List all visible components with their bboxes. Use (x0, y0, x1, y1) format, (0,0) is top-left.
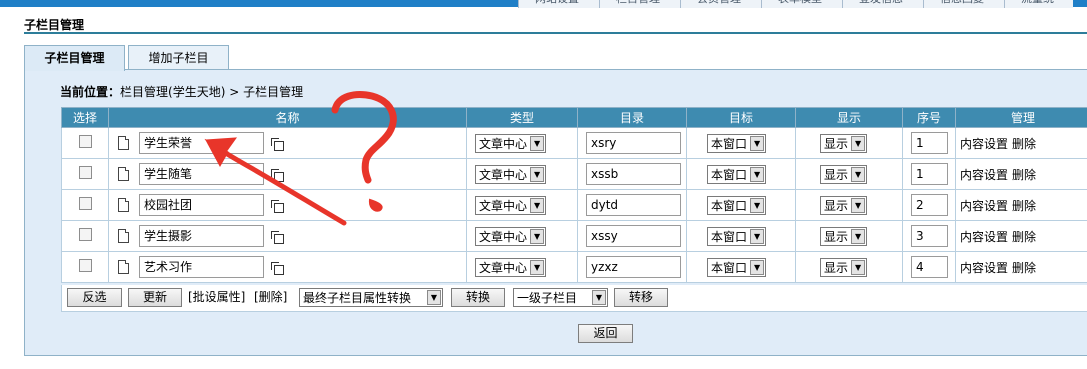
arrow-head-icon (204, 137, 238, 168)
question-mark-dot (368, 198, 383, 212)
red-annotation-overlay (204, 91, 397, 226)
arrow-shaft-stroke (207, 140, 347, 226)
question-mark-stroke (331, 91, 397, 184)
tab-sub-column-manage[interactable]: 子栏目管理 (24, 45, 125, 71)
